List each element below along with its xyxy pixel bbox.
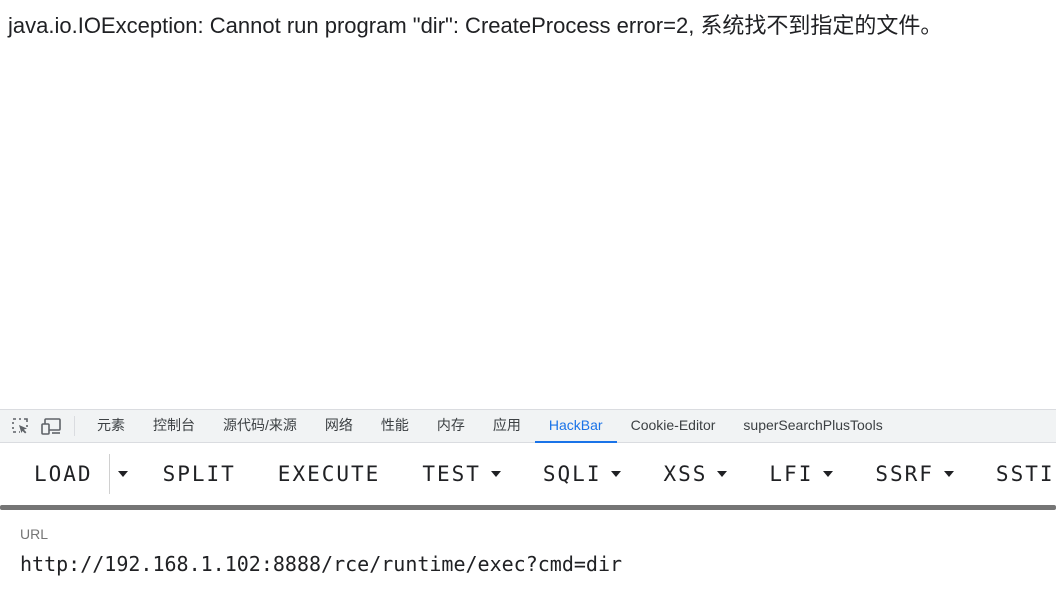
tab-supersearchplustools[interactable]: superSearchPlusTools: [729, 409, 896, 443]
split-button[interactable]: SPLIT: [142, 454, 257, 494]
lfi-menu-label: LFI: [769, 462, 814, 486]
ssrf-menu-label: SSRF: [875, 462, 934, 486]
split-button-label: SPLIT: [162, 462, 236, 486]
tab-performance[interactable]: 性能: [367, 409, 423, 443]
test-menu-label: TEST: [422, 462, 481, 486]
url-input[interactable]: http://192.168.1.102:8888/rce/runtime/ex…: [20, 552, 1040, 576]
tab-elements[interactable]: 元素: [83, 409, 139, 443]
sqli-menu-label: SQLI: [542, 462, 602, 486]
tab-separator: [74, 416, 75, 436]
ssrf-menu-button[interactable]: SSRF: [854, 454, 975, 494]
caret-down-icon: [717, 471, 728, 477]
test-menu-button[interactable]: TEST: [401, 454, 522, 494]
error-message: java.io.IOException: Cannot run program …: [8, 13, 943, 38]
tab-memory[interactable]: 内存: [423, 409, 479, 443]
inspect-element-icon[interactable]: [8, 414, 32, 438]
caret-down-icon: [490, 471, 501, 477]
url-section: URL http://192.168.1.102:8888/rce/runtim…: [0, 510, 1056, 590]
device-toolbar-icon[interactable]: [40, 414, 64, 438]
tab-console[interactable]: 控制台: [139, 409, 209, 443]
tab-hackbar[interactable]: HackBar: [534, 409, 617, 443]
url-label: URL: [20, 526, 49, 542]
tab-application[interactable]: 应用: [479, 409, 535, 443]
tab-sources[interactable]: 源代码/来源: [209, 409, 311, 443]
execute-button[interactable]: EXECUTE: [257, 454, 402, 494]
ssti-menu-button[interactable]: SSTI: [975, 454, 1056, 494]
load-button[interactable]: LOAD: [0, 454, 109, 494]
lfi-menu-button[interactable]: LFI: [748, 454, 854, 494]
tab-cookie-editor[interactable]: Cookie-Editor: [617, 409, 730, 443]
execute-button-label: EXECUTE: [277, 462, 381, 486]
ssti-menu-label: SSTI: [995, 462, 1055, 486]
devtools-tab-bar: 元素 控制台 源代码/来源 网络 性能 内存 应用 HackBar Cookie…: [0, 409, 1056, 443]
hackbar-toolbar: LOAD SPLIT EXECUTE TEST SQLI XSS LFI SSR…: [0, 443, 1056, 505]
xss-menu-label: XSS: [663, 462, 708, 486]
caret-down-icon: [943, 471, 954, 477]
tab-network[interactable]: 网络: [311, 409, 367, 443]
load-dropdown-button[interactable]: [108, 454, 142, 494]
sqli-menu-button[interactable]: SQLI: [522, 454, 643, 494]
caret-down-icon: [611, 471, 622, 477]
caret-down-icon: [117, 471, 128, 477]
page-content: java.io.IOException: Cannot run program …: [0, 0, 1056, 409]
xss-menu-button[interactable]: XSS: [642, 454, 748, 494]
caret-down-icon: [823, 471, 834, 477]
